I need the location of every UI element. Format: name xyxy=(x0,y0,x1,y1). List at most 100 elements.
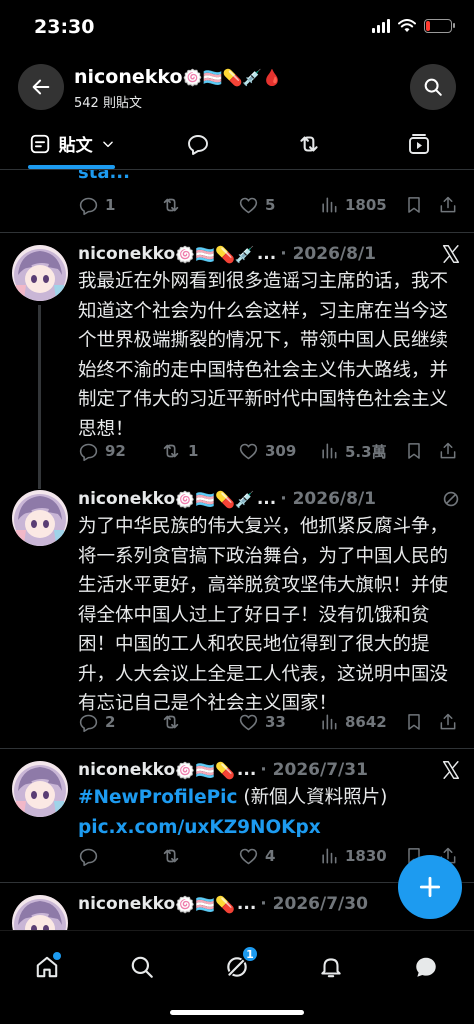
tweet-text-rest: (新個人資料照片) xyxy=(237,787,388,808)
tweet[interactable]: niconekko 🍥🏳️‍⚧️💊 ... · 2026/7/31 #NewPr… xyxy=(0,749,474,881)
x-logo-icon xyxy=(440,759,462,781)
posts-icon xyxy=(30,134,49,153)
tweet-header: niconekko 🍥🏳️‍⚧️💊💉 ... · 2026/8/1 xyxy=(78,241,462,267)
heart-icon xyxy=(238,712,259,733)
media-link[interactable]: pic.x.com/uxKZ9NOKpx xyxy=(78,817,321,838)
reply-button[interactable]: 1 xyxy=(78,195,115,216)
header-name: niconekko xyxy=(74,66,183,88)
reply-icon xyxy=(78,195,99,216)
like-button[interactable]: 309 xyxy=(238,441,296,462)
tab-replies[interactable] xyxy=(143,118,253,169)
status-icons xyxy=(372,19,455,33)
views-button[interactable]: 1805 xyxy=(319,195,387,215)
profile-display-name: niconekko🍥🏳️‍⚧️💊💉🩸 xyxy=(74,66,282,88)
header-emojis: 🍥🏳️‍⚧️💊💉🩸 xyxy=(182,68,283,87)
share-button[interactable] xyxy=(438,712,458,732)
reply-count: 1 xyxy=(105,196,116,214)
truncated-text[interactable]: sta... xyxy=(78,170,130,183)
share-icon xyxy=(438,441,458,461)
tweet-text: 我最近在外网看到很多造谣习主席的话，我不知道这个社会为什么会这样，习主席在当今这… xyxy=(78,271,449,440)
avatar[interactable] xyxy=(12,245,68,301)
reply-count: 2 xyxy=(105,713,116,731)
bookmark-button[interactable] xyxy=(404,712,424,732)
reply-icon xyxy=(78,846,99,867)
bookmark-button[interactable] xyxy=(404,441,424,461)
avatar[interactable] xyxy=(12,895,68,930)
media-icon xyxy=(408,133,429,154)
tweet-date[interactable]: · 2026/7/30 xyxy=(260,894,368,914)
hashtag-link[interactable]: #NewProfilePic xyxy=(78,787,237,808)
nav-notifications[interactable] xyxy=(307,943,355,991)
bookmark-icon xyxy=(404,441,424,461)
repost-button[interactable] xyxy=(160,711,188,733)
tweet-date[interactable]: · 2026/8/1 xyxy=(280,244,376,264)
name-ellipsis: ... xyxy=(256,244,277,264)
views-button[interactable]: 5.3萬 xyxy=(319,441,387,462)
bookmark-button[interactable] xyxy=(404,195,424,215)
like-button[interactable]: 5 xyxy=(238,195,275,216)
tweet[interactable]: niconekko 🍥🏳️‍⚧️💊💉 ... · 2026/8/1 我最近在外网… xyxy=(0,233,474,489)
reply-button[interactable]: 92 xyxy=(78,441,126,462)
tab-reposts[interactable] xyxy=(254,118,364,169)
back-button[interactable] xyxy=(18,64,64,110)
nav-grok[interactable]: 1 xyxy=(213,943,261,991)
tweet[interactable]: niconekko 🍥🏳️‍⚧️💊💉 ... · 2026/8/1 为了中华民族… xyxy=(0,478,474,748)
author-emojis: 🍥🏳️‍⚧️💊💉 xyxy=(175,489,255,509)
author-name[interactable]: niconekko xyxy=(78,894,175,914)
reply-button[interactable] xyxy=(78,846,105,867)
plus-icon xyxy=(419,876,441,898)
share-button[interactable] xyxy=(438,195,458,215)
status-bar: 23:30 xyxy=(0,0,474,56)
cellular-signal-icon xyxy=(372,19,390,33)
search-button[interactable] xyxy=(410,64,456,110)
battery-level xyxy=(426,21,430,31)
share-button[interactable] xyxy=(438,441,458,461)
messages-icon xyxy=(416,957,436,977)
author-name[interactable]: niconekko xyxy=(78,244,175,264)
active-tab-indicator xyxy=(28,165,116,169)
repost-button[interactable] xyxy=(160,194,188,216)
views-icon xyxy=(319,441,339,461)
avatar[interactable] xyxy=(12,761,68,817)
reposts-icon xyxy=(300,135,318,152)
reply-icon xyxy=(78,441,99,462)
repost-button[interactable] xyxy=(160,845,188,867)
slashed-circle-icon xyxy=(443,491,459,507)
reply-button[interactable]: 2 xyxy=(78,712,115,733)
tweet-date[interactable]: · 2026/7/31 xyxy=(260,760,368,780)
name-ellipsis: ... xyxy=(236,760,257,780)
more-button[interactable] xyxy=(440,488,462,514)
nav-home[interactable] xyxy=(23,943,71,991)
tweet-date[interactable]: · 2026/8/1 xyxy=(280,489,376,509)
nav-search[interactable] xyxy=(118,943,166,991)
tab-media[interactable] xyxy=(364,118,474,169)
author-name[interactable]: niconekko xyxy=(78,760,175,780)
author-name[interactable]: niconekko xyxy=(78,489,175,509)
tab-posts[interactable]: 貼文 xyxy=(0,118,143,169)
profile-tabs: 貼文 xyxy=(0,118,474,170)
view-count: 5.3萬 xyxy=(345,442,387,461)
views-icon xyxy=(319,712,339,732)
views-button[interactable]: 1830 xyxy=(319,846,387,866)
compose-post-button[interactable] xyxy=(398,855,462,919)
like-count: 309 xyxy=(265,442,297,460)
like-button[interactable]: 33 xyxy=(238,712,286,733)
views-icon xyxy=(319,195,339,215)
views-icon xyxy=(319,846,339,866)
views-button[interactable]: 8642 xyxy=(319,712,387,732)
nav-messages[interactable] xyxy=(402,943,450,991)
arrow-left-icon xyxy=(32,79,50,95)
share-icon xyxy=(438,195,458,215)
reply-icon xyxy=(78,712,99,733)
more-button[interactable] xyxy=(440,243,462,269)
tweet-actions: 92 1 309 5.3萬 xyxy=(78,436,462,466)
like-button[interactable]: 4 xyxy=(238,846,275,867)
repost-icon xyxy=(160,440,182,462)
status-time: 23:30 xyxy=(34,16,95,38)
view-count: 1830 xyxy=(345,847,387,865)
repost-button[interactable]: 1 xyxy=(160,440,198,462)
repost-icon xyxy=(160,845,182,867)
author-emojis: 🍥🏳️‍⚧️💊💉 xyxy=(175,244,255,264)
avatar[interactable] xyxy=(12,490,68,546)
more-button[interactable] xyxy=(440,759,462,785)
